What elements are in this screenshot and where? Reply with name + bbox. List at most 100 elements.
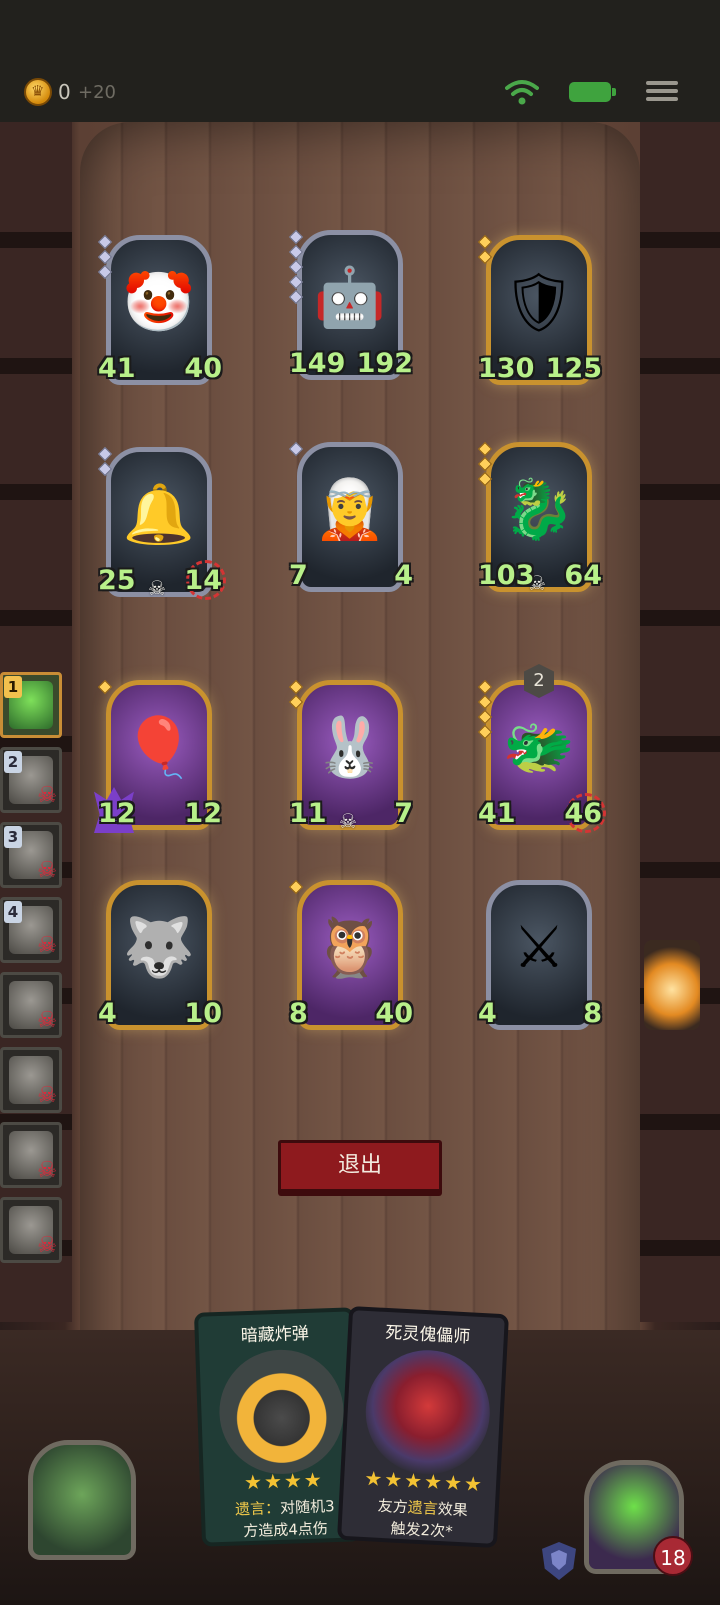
coin-count: 0 <box>58 80 71 104</box>
card-description: 遗言：对随机3 方造成4点伤 <box>234 1497 335 1541</box>
turn-order-item[interactable]: 4 ☠ <box>0 897 62 963</box>
lantern <box>644 940 700 1030</box>
menu-icon[interactable] <box>646 78 678 106</box>
eliminated-skull-icon: ☠ <box>37 1158 57 1183</box>
unit-attack: 41 <box>98 353 136 387</box>
unit-golden-knight[interactable]: 🛡 130 125 <box>477 234 603 390</box>
turn-order-item[interactable]: ☠ <box>0 972 62 1038</box>
eliminated-skull-icon: ☠ <box>37 858 57 883</box>
coin-bonus: +20 <box>78 82 116 103</box>
bookshelf-right <box>640 122 720 1322</box>
top-bar: 0 +20 <box>0 0 720 122</box>
exit-button[interactable]: 退出 <box>278 1140 442 1192</box>
card-stars: ★★★★ <box>243 1467 325 1495</box>
tier-gems <box>288 679 304 712</box>
turn-order-item[interactable]: ☠ <box>0 1047 62 1113</box>
unit-bone-dragon[interactable]: 🐉 ☠ 103 64 <box>477 441 602 597</box>
unit-attack: 7 <box>289 560 323 594</box>
unit-health: 125 <box>545 353 603 387</box>
unit-golden-automaton[interactable]: 🤖 149 192 <box>288 229 414 385</box>
eliminated-skull-icon: ☠ <box>37 1233 57 1258</box>
turn-order-item[interactable]: ☠ <box>0 1122 62 1188</box>
unit-art: 🔔 <box>122 480 196 548</box>
unit-attack: 103 <box>478 560 535 594</box>
hand-card-necro-puppeteer[interactable]: 死灵傀儡师 ★★★★★★ 友方遗言效果 触发2次* <box>336 1305 510 1549</box>
unit-attack: 4 <box>98 998 132 1032</box>
tier-gems <box>97 446 113 479</box>
unit-attack: 8 <box>289 998 323 1032</box>
unit-health: 4 <box>379 560 413 594</box>
unit-bell-robot[interactable]: 🔔 ☠ 25 14 <box>97 446 226 602</box>
tier-gems <box>477 441 493 489</box>
tier-gems <box>477 234 493 267</box>
tier-gems <box>97 234 113 282</box>
unit-health: 12 <box>184 798 222 832</box>
unit-attack: 130 <box>478 353 535 387</box>
unit-health: 7 <box>379 798 413 832</box>
skull-icon: ☠ <box>339 809 357 833</box>
coin-icon <box>24 78 52 106</box>
hero-health: 18 <box>653 1536 693 1576</box>
battery-icon <box>569 82 616 102</box>
unit-zeppelin[interactable]: 🎈 12 12 <box>94 679 222 835</box>
unit-elf-sorceress[interactable]: 🧝 7 4 <box>288 441 413 597</box>
eliminated-skull-icon: ☠ <box>37 1008 57 1033</box>
unit-art: 🦉 <box>313 913 387 981</box>
unit-art: 🐲 <box>502 713 576 781</box>
turn-order-list: 1 2 ☠ 3 ☠ 4 ☠ ☠ ☠ ☠ ☠ <box>0 672 68 1272</box>
unit-attack: 149 <box>289 348 346 382</box>
unit-art: 🤖 <box>313 263 387 331</box>
turn-order-item[interactable]: ☠ <box>0 1197 62 1263</box>
unit-attack: 25 <box>98 565 136 599</box>
tier-gems <box>288 879 304 897</box>
unit-health: 192 <box>356 348 414 382</box>
unit-health: 14 <box>184 565 222 599</box>
unit-hyena[interactable]: 🐺 4 10 <box>98 880 222 1035</box>
tier-gems <box>288 441 304 459</box>
unit-health: 10 <box>184 998 222 1032</box>
unit-frame: 🧝 <box>297 442 403 592</box>
unit-rabbit-robot[interactable]: 🐰 ☠ 11 7 <box>288 679 413 835</box>
unit-art: ⚔ <box>513 913 565 981</box>
eliminated-skull-icon: ☠ <box>37 933 57 958</box>
unit-attack: 4 <box>478 998 512 1032</box>
unit-attack: 41 <box>478 798 516 832</box>
unit-art: 🧝 <box>313 475 387 543</box>
card-description: 友方遗言效果 触发2次* <box>377 1496 469 1541</box>
turn-order-item[interactable]: 1 <box>0 672 62 738</box>
unit-attack: 11 <box>289 798 327 832</box>
skull-icon: ☠ <box>148 576 166 600</box>
unit-frame: ⚔ <box>486 880 592 1030</box>
eliminated-skull-icon: ☠ <box>37 783 57 808</box>
unit-health: 8 <box>568 998 602 1032</box>
card-title: 暗藏炸弹 <box>240 1323 310 1347</box>
unit-art: 🐉 <box>502 475 576 543</box>
unit-armored-shadow[interactable]: ⚔ 4 8 <box>478 880 602 1035</box>
turn-order-item[interactable]: 3 ☠ <box>0 822 62 888</box>
turn-number: 2 <box>4 751 22 773</box>
unit-clown[interactable]: 🤡 41 40 <box>97 234 222 390</box>
puppeteer-art <box>362 1347 493 1478</box>
unit-dragon-imp[interactable]: 🐲 2 41 46 <box>477 664 606 835</box>
card-title: 死灵傀儡师 <box>384 1322 471 1348</box>
unit-art: 🤡 <box>122 268 196 336</box>
turn-number: 1 <box>4 676 22 698</box>
unit-health: 46 <box>564 798 602 832</box>
turn-number: 3 <box>4 826 22 848</box>
unit-art: 🎈 <box>122 713 196 781</box>
bomb-art <box>217 1347 346 1476</box>
unit-attack: 12 <box>98 798 136 832</box>
turn-number: 4 <box>4 901 22 923</box>
unit-art: 🛡 <box>502 268 576 336</box>
hand-card-hidden-bomb[interactable]: 暗藏炸弹 ★★★★ 遗言：对随机3 方造成4点伤 <box>193 1307 363 1547</box>
tier-gems <box>477 679 493 742</box>
tier-gems <box>97 679 113 697</box>
turn-order-item[interactable]: 2 ☠ <box>0 747 62 813</box>
unit-owl-beast[interactable]: 🦉 8 40 <box>288 879 413 1035</box>
unit-health: 40 <box>184 353 222 387</box>
unit-health: 40 <box>375 998 413 1032</box>
unit-health: 64 <box>564 560 602 594</box>
opponent-hero-portrait[interactable] <box>28 1440 136 1560</box>
unit-art: 🐺 <box>122 913 196 981</box>
tier-gems <box>288 229 304 307</box>
